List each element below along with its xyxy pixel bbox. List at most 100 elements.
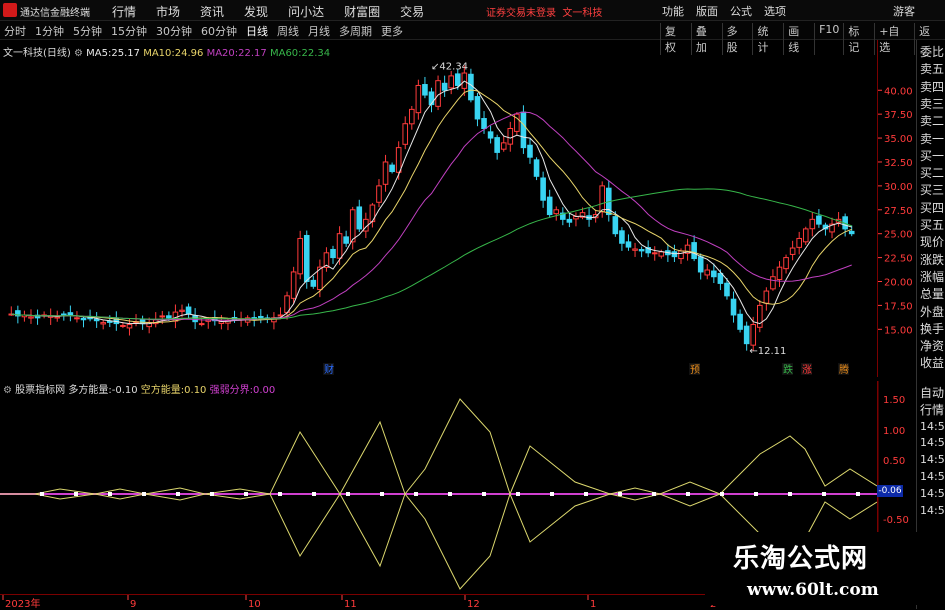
candle: [684, 238, 691, 261]
period-tab-3[interactable]: 15分钟: [111, 23, 147, 39]
period-tab-5[interactable]: 60分钟: [201, 23, 237, 39]
candle: [330, 245, 336, 264]
kline-chart[interactable]: ↙42.34 ←12.11 财 预 跌涨 腾: [0, 40, 877, 377]
split-marker: [822, 492, 826, 496]
candle: [553, 206, 560, 221]
menu-item-discover[interactable]: 发现: [244, 3, 268, 20]
period-tab-8[interactable]: 月线: [308, 23, 330, 39]
side-label-14[interactable]: 总量: [920, 286, 944, 302]
side-label-8[interactable]: 买三: [920, 182, 944, 198]
split-marker: [788, 492, 792, 496]
side-label-1[interactable]: 卖五: [920, 61, 944, 77]
candle: [796, 231, 802, 255]
side-label2-1[interactable]: 行情: [920, 402, 944, 418]
split-marker: [210, 492, 214, 496]
main-menu: 行情 市场 资讯 发现 问小达 财富圈 交易: [112, 3, 444, 20]
side-label-10[interactable]: 买五: [920, 217, 944, 233]
side-label-9[interactable]: 买四: [920, 200, 944, 216]
candle: [67, 305, 74, 322]
side-label-13[interactable]: 涨幅: [920, 269, 944, 285]
side-label-7[interactable]: 买二: [920, 165, 944, 181]
menu-item-trade[interactable]: 交易: [400, 3, 424, 20]
guest-button[interactable]: 游客: [893, 3, 915, 19]
candle: [310, 275, 317, 289]
event-tag[interactable]: 涨: [802, 364, 812, 376]
watermark-url: www.60lt.com: [747, 580, 879, 600]
candle: [244, 315, 251, 326]
event-tag[interactable]: 财: [324, 363, 334, 376]
candle: [343, 230, 349, 248]
side-label-4[interactable]: 卖二: [920, 113, 944, 129]
menu-item-wealth[interactable]: 财富圈: [344, 3, 380, 20]
quote-side-panel: 委比 卖五卖四 卖三 卖二卖一 买一 买二 买三买四 买五 现价涨跌 涨幅 总量外盘 换手 净资 收益自动…: [916, 40, 945, 609]
period-tab-7[interactable]: 周线: [277, 23, 299, 39]
side-label-3[interactable]: 卖三: [920, 96, 944, 112]
split-marker: [312, 492, 316, 496]
side-label-18[interactable]: 收益: [920, 355, 944, 371]
period-tab-4[interactable]: 30分钟: [156, 23, 192, 39]
candle: [546, 189, 553, 218]
candle: [474, 92, 481, 127]
side-label2-3[interactable]: 14:50: [920, 435, 945, 451]
candle: [533, 157, 540, 181]
period-tab-0[interactable]: 分时: [4, 23, 26, 39]
menu-item-options[interactable]: 选项: [764, 3, 786, 19]
period-tab-10[interactable]: 更多: [381, 23, 403, 39]
date-tick: 10: [248, 599, 261, 610]
date-tick: 12: [467, 599, 480, 610]
period-tab-6[interactable]: 日线: [246, 23, 268, 39]
event-tag[interactable]: 腾: [839, 363, 849, 376]
candle: [487, 125, 494, 144]
high-annotation: ↙42.34: [431, 61, 468, 72]
menu-item-ask[interactable]: 问小达: [288, 3, 324, 20]
candle: [133, 314, 139, 327]
menu-item-function[interactable]: 功能: [662, 3, 684, 19]
candle: [47, 308, 54, 325]
side-label-5[interactable]: 卖一: [920, 131, 944, 147]
candle: [415, 79, 422, 120]
side-label-11[interactable]: 现价: [920, 234, 944, 250]
side-label-6[interactable]: 买一: [920, 148, 944, 164]
split-marker: [244, 492, 248, 496]
side-label2-0[interactable]: 自动: [920, 385, 944, 401]
price-tick: 27.50: [884, 206, 913, 217]
watermark-cn: 乐淘公式网: [733, 544, 869, 574]
side-label2-6[interactable]: 14:50: [920, 486, 945, 502]
side-label2-7[interactable]: 14:50: [920, 503, 945, 519]
side-label-0[interactable]: 委比: [920, 44, 944, 60]
split-marker: [74, 492, 78, 496]
candle: [625, 234, 632, 251]
candle: [21, 310, 28, 322]
candle: [441, 75, 448, 97]
period-tab-9[interactable]: 多周期: [339, 23, 372, 39]
menu-item-formula[interactable]: 公式: [730, 3, 752, 19]
menu-item-markets[interactable]: 市场: [156, 3, 180, 20]
login-notice[interactable]: 证券交易未登录 文一科技: [486, 4, 602, 19]
period-tab-1[interactable]: 1分钟: [35, 23, 64, 39]
event-tag[interactable]: 预: [690, 364, 700, 376]
split-marker: [686, 492, 690, 496]
side-label2-5[interactable]: 14:50: [920, 469, 945, 485]
candle: [560, 207, 566, 226]
candle: [41, 311, 47, 319]
side-label-2[interactable]: 卖四: [920, 79, 944, 95]
menu-item-layout[interactable]: 版面: [696, 3, 718, 19]
menu-item-market[interactable]: 行情: [112, 3, 136, 20]
side-label-12[interactable]: 涨跌: [920, 252, 944, 268]
indicator-tick: 0.50: [883, 456, 905, 467]
price-axis: 40.00 37.50 35.00 32.50 30.00 27.50 25.00 22.50…: [877, 40, 913, 377]
side-label2-2[interactable]: 14:50: [920, 419, 945, 435]
split-marker: [176, 492, 180, 496]
menu-item-news[interactable]: 资讯: [200, 3, 224, 20]
event-tag[interactable]: 跌: [783, 363, 793, 376]
split-marker: [278, 492, 282, 496]
side-label-17[interactable]: 净资: [920, 338, 944, 354]
side-label-15[interactable]: 外盘: [920, 304, 944, 320]
side-label-16[interactable]: 换手: [920, 321, 944, 337]
candle: [802, 226, 809, 245]
candle: [323, 247, 330, 272]
date-tick: 1: [590, 599, 596, 610]
side-label2-4[interactable]: 14:50: [920, 452, 945, 468]
period-tab-2[interactable]: 5分钟: [73, 23, 102, 39]
app-logo-icon: [3, 3, 17, 17]
